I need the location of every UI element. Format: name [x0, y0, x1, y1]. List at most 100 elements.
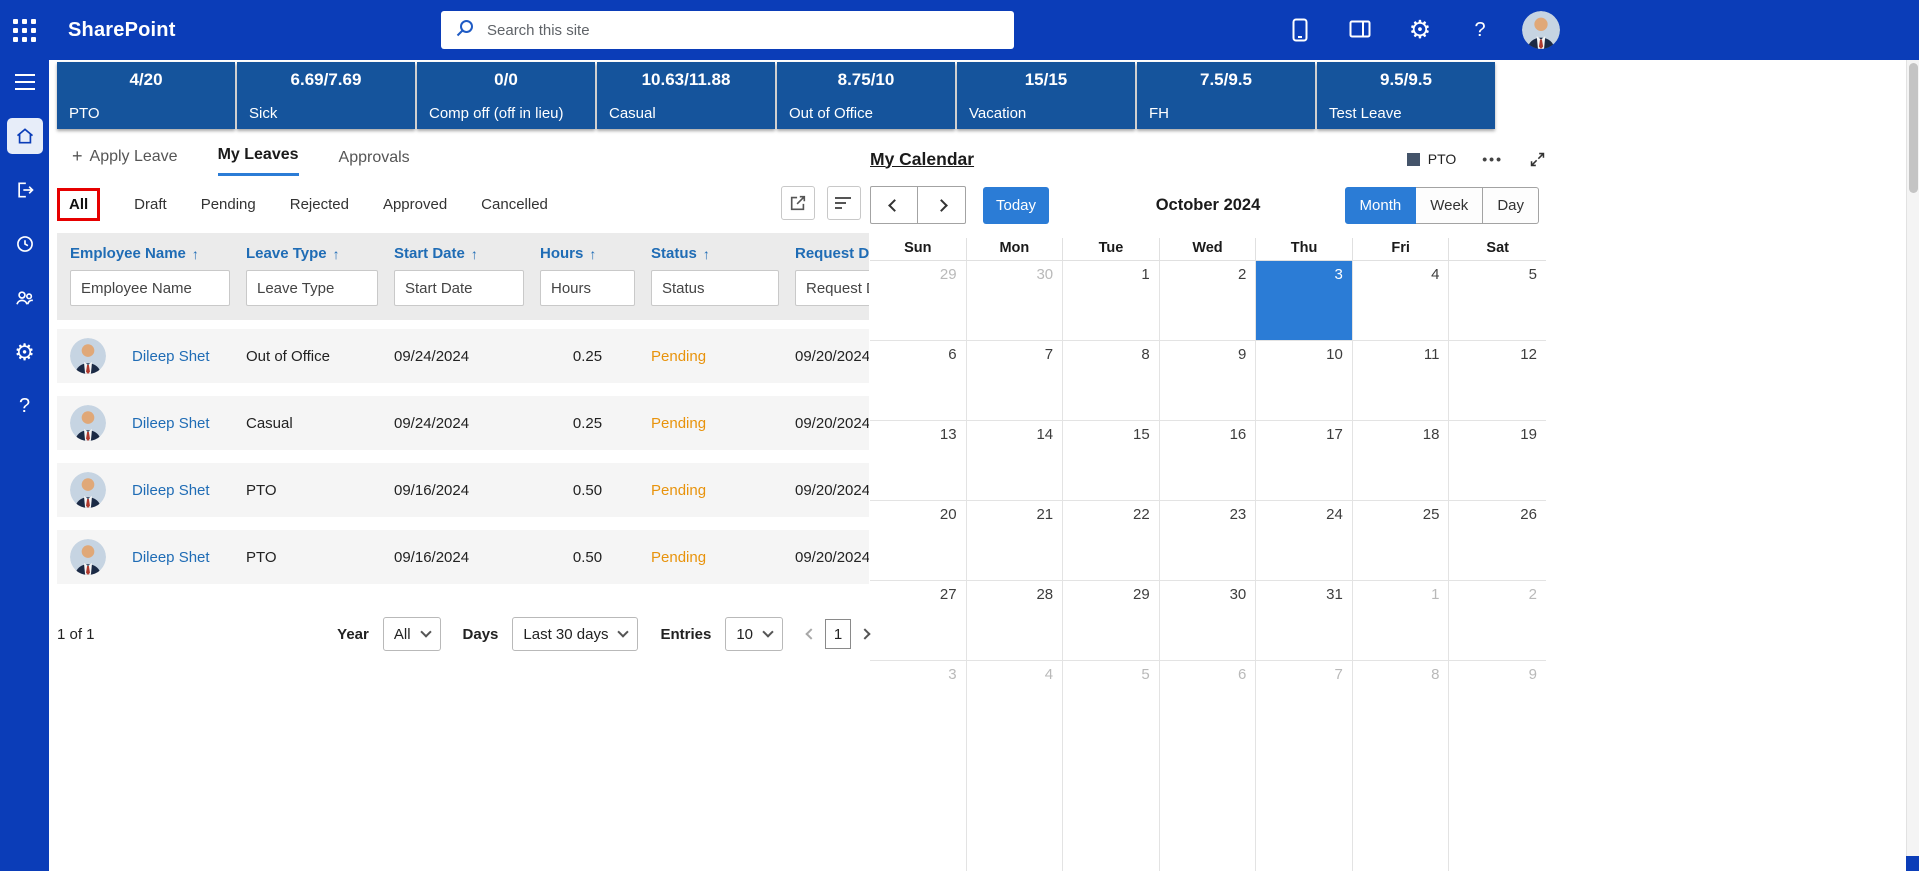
- table-row[interactable]: Dileep ShetOut of Office09/24/20240.25Pe…: [57, 329, 869, 383]
- filter-rejected[interactable]: Rejected: [290, 190, 349, 219]
- calendar-day-selected[interactable]: 3: [1256, 261, 1353, 341]
- table-row[interactable]: Dileep ShetPTO09/16/20240.50Pending09/20…: [57, 463, 869, 517]
- filter-draft[interactable]: Draft: [134, 190, 167, 219]
- table-row[interactable]: Dileep ShetPTO09/16/20240.50Pending09/20…: [57, 530, 869, 584]
- employee-name-link[interactable]: Dileep Shet: [132, 415, 210, 432]
- calendar-day[interactable]: 1: [1063, 261, 1160, 341]
- view-week-button[interactable]: Week: [1416, 187, 1483, 224]
- help-icon[interactable]: ?: [1462, 12, 1498, 48]
- filter-cancelled[interactable]: Cancelled: [481, 190, 548, 219]
- search-input[interactable]: [487, 22, 1000, 39]
- vertical-scrollbar[interactable]: [1906, 60, 1919, 871]
- view-month-button[interactable]: Month: [1345, 187, 1417, 224]
- today-button[interactable]: Today: [983, 187, 1049, 224]
- calendar-day[interactable]: 2: [1449, 581, 1546, 661]
- search-box[interactable]: [441, 11, 1014, 49]
- calendar-day[interactable]: 1: [1353, 581, 1450, 661]
- column-header-status[interactable]: Status↑: [651, 243, 795, 270]
- view-day-button[interactable]: Day: [1483, 187, 1539, 224]
- filter-input-hours[interactable]: [540, 270, 635, 306]
- calendar-day[interactable]: 5: [1449, 261, 1546, 341]
- calendar-day[interactable]: 8: [1063, 341, 1160, 421]
- signout-icon[interactable]: [7, 172, 43, 208]
- open-in-new-button[interactable]: [781, 186, 815, 220]
- calendar-day[interactable]: 22: [1063, 501, 1160, 581]
- people-icon[interactable]: [7, 280, 43, 316]
- filter-pending[interactable]: Pending: [201, 190, 256, 219]
- next-page-button[interactable]: [861, 630, 869, 638]
- employee-name-link[interactable]: Dileep Shet: [132, 348, 210, 365]
- calendar-day[interactable]: 29: [870, 261, 967, 341]
- calendar-day[interactable]: 19: [1449, 421, 1546, 501]
- column-header-start-date[interactable]: Start Date↑: [394, 243, 540, 270]
- scrollbar-thumb[interactable]: [1909, 63, 1918, 193]
- calendar-day[interactable]: 14: [967, 421, 1064, 501]
- calendar-day[interactable]: 31: [1256, 581, 1353, 661]
- employee-name-link[interactable]: Dileep Shet: [132, 549, 210, 566]
- calendar-day[interactable]: 8: [1353, 661, 1450, 871]
- calendar-day[interactable]: 30: [1160, 581, 1257, 661]
- calendar-day[interactable]: 12: [1449, 341, 1546, 421]
- calendar-next-button[interactable]: [918, 186, 966, 224]
- calendar-day[interactable]: 18: [1353, 421, 1450, 501]
- side-panel-icon[interactable]: [1342, 12, 1378, 48]
- calendar-day[interactable]: 2: [1160, 261, 1257, 341]
- calendar-day[interactable]: 11: [1353, 341, 1450, 421]
- settings-icon[interactable]: ⚙: [7, 334, 43, 370]
- calendar-day[interactable]: 13: [870, 421, 967, 501]
- table-row[interactable]: Dileep ShetCasual09/24/20240.25Pending09…: [57, 396, 869, 450]
- calendar-day[interactable]: 28: [967, 581, 1064, 661]
- list-view-button[interactable]: [827, 186, 861, 220]
- filter-input-status[interactable]: [651, 270, 779, 306]
- app-launcher-button[interactable]: [0, 0, 49, 60]
- home-icon[interactable]: [7, 118, 43, 154]
- calendar-day[interactable]: 25: [1353, 501, 1450, 581]
- calendar-day[interactable]: 23: [1160, 501, 1257, 581]
- filter-input-leave-type[interactable]: [246, 270, 378, 306]
- settings-gear-icon[interactable]: ⚙: [1402, 12, 1438, 48]
- calendar-day[interactable]: 7: [1256, 661, 1353, 871]
- current-page[interactable]: 1: [825, 619, 851, 649]
- column-header-employee-name[interactable]: Employee Name↑: [70, 243, 246, 270]
- mobile-device-icon[interactable]: [1282, 12, 1318, 48]
- entries-dropdown[interactable]: 10: [725, 617, 783, 651]
- calendar-day[interactable]: 30: [967, 261, 1064, 341]
- user-avatar[interactable]: [1522, 11, 1560, 49]
- employee-name-link[interactable]: Dileep Shet: [132, 482, 210, 499]
- calendar-day[interactable]: 26: [1449, 501, 1546, 581]
- filter-approved[interactable]: Approved: [383, 190, 447, 219]
- calendar-day[interactable]: 16: [1160, 421, 1257, 501]
- calendar-day[interactable]: 6: [870, 341, 967, 421]
- calendar-title[interactable]: My Calendar: [870, 149, 974, 170]
- calendar-day[interactable]: 17: [1256, 421, 1353, 501]
- calendar-day[interactable]: 10: [1256, 341, 1353, 421]
- menu-icon[interactable]: [7, 64, 43, 100]
- calendar-day[interactable]: 5: [1063, 661, 1160, 871]
- calendar-day[interactable]: 24: [1256, 501, 1353, 581]
- calendar-day[interactable]: 15: [1063, 421, 1160, 501]
- expand-icon[interactable]: [1529, 151, 1546, 168]
- days-dropdown[interactable]: Last 30 days: [512, 617, 638, 651]
- calendar-day[interactable]: 6: [1160, 661, 1257, 871]
- filter-input-request-date[interactable]: [795, 270, 869, 306]
- filter-input-start-date[interactable]: [394, 270, 524, 306]
- calendar-prev-button[interactable]: [870, 186, 918, 224]
- sidebar-help-icon[interactable]: ?: [7, 388, 43, 424]
- column-header-hours[interactable]: Hours↑: [540, 243, 651, 270]
- tab-approvals[interactable]: Approvals: [339, 149, 410, 176]
- calendar-day[interactable]: 9: [1160, 341, 1257, 421]
- history-icon[interactable]: [7, 226, 43, 262]
- calendar-day[interactable]: 29: [1063, 581, 1160, 661]
- calendar-day[interactable]: 20: [870, 501, 967, 581]
- filter-all[interactable]: All: [57, 188, 100, 221]
- year-dropdown[interactable]: All: [383, 617, 441, 651]
- calendar-day[interactable]: 4: [967, 661, 1064, 871]
- tab-my-leaves[interactable]: My Leaves: [218, 146, 299, 176]
- calendar-day[interactable]: 7: [967, 341, 1064, 421]
- calendar-day[interactable]: 27: [870, 581, 967, 661]
- filter-input-employee-name[interactable]: [70, 270, 230, 306]
- prev-page-button[interactable]: [807, 630, 815, 638]
- more-options-icon[interactable]: •••: [1482, 151, 1503, 167]
- column-header-leave-type[interactable]: Leave Type↑: [246, 243, 394, 270]
- calendar-day[interactable]: 21: [967, 501, 1064, 581]
